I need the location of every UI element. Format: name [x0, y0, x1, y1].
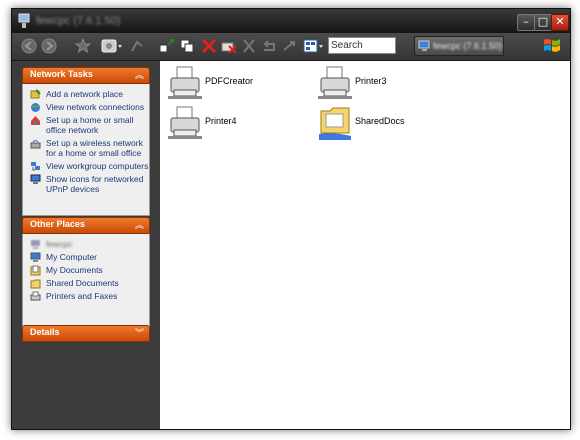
delete-x-icon: [201, 38, 217, 54]
file-item-shareddocs[interactable]: SharedDocs: [314, 105, 454, 145]
folder-icon: [30, 279, 41, 289]
back-arrow-icon: [21, 38, 37, 54]
network-tasks-panel: Network Tasks ︽ Add a network place View…: [22, 67, 150, 216]
printer-icon: [30, 291, 41, 301]
task-pane: Network Tasks ︽ Add a network place View…: [12, 61, 160, 429]
up-folder-button[interactable]: [128, 37, 146, 55]
explorer-window: fewcpc (7.6.1.50) – □ ✕ Search fewcpc (7…: [11, 8, 571, 430]
file-item-pdfcreator[interactable]: PDFCreator: [164, 65, 304, 105]
content-area: PDFCreator Printer3 Printer4 SharedDocs: [160, 61, 570, 429]
forward-button[interactable]: [40, 37, 58, 55]
workgroup-icon: [31, 162, 40, 171]
place-shared-documents[interactable]: Shared Documents: [23, 278, 149, 289]
other-places-title: Other Places: [30, 219, 86, 229]
network-icon: [31, 240, 40, 249]
task-wireless-network[interactable]: Set up a wireless network for a home or …: [23, 138, 149, 158]
copy-icon: [180, 39, 194, 53]
address-bar[interactable]: fewcpc (7.6.1.50): [414, 36, 504, 56]
view-grid-icon: [303, 39, 323, 53]
task-show-upnp[interactable]: Show icons for networked UPnP devices: [23, 174, 149, 194]
details-header[interactable]: Details ︾: [22, 325, 150, 342]
maximize-button[interactable]: □: [534, 14, 552, 31]
up-arrow-icon: [131, 40, 143, 52]
network-globe-icon: [418, 40, 430, 51]
network-tasks-title: Network Tasks: [30, 69, 93, 79]
place-my-documents[interactable]: My Documents: [23, 265, 149, 276]
upnp-icon: [30, 174, 41, 184]
details-title: Details: [30, 327, 60, 337]
other-places-header[interactable]: Other Places ︽: [22, 217, 150, 234]
file-item-printer4[interactable]: Printer4: [164, 105, 304, 145]
favorites-button[interactable]: [74, 37, 92, 55]
home-network-icon: [31, 116, 40, 125]
my-documents-icon: [30, 265, 41, 276]
printer-icon: [168, 66, 202, 99]
printer-icon: [168, 106, 202, 139]
network-connections-icon: [31, 103, 40, 112]
cut-button[interactable]: [240, 37, 258, 55]
task-home-network[interactable]: Set up a home or small office network: [23, 115, 149, 135]
task-view-network-connections[interactable]: View network connections: [23, 102, 149, 112]
move-icon: [159, 39, 174, 53]
place-printers-faxes[interactable]: Printers and Faxes: [23, 291, 149, 301]
task-add-network-place[interactable]: Add a network place: [23, 89, 149, 99]
file-label: Printer4: [205, 116, 237, 126]
copy-to-button[interactable]: [178, 37, 196, 55]
other-places-panel: Other Places ︽ fewcpc My Computer My Doc…: [22, 217, 150, 327]
undo-icon: [263, 40, 275, 51]
address-text: fewcpc (7.6.1.50): [433, 41, 503, 51]
collapse-chevron-icon[interactable]: ︽: [135, 68, 144, 81]
file-label: Printer3: [355, 76, 387, 86]
network-tasks-header[interactable]: Network Tasks ︽: [22, 67, 150, 84]
collapse-chevron-icon[interactable]: ︽: [135, 218, 144, 231]
place-network-computer[interactable]: fewcpc: [23, 239, 149, 249]
place-my-computer[interactable]: My Computer: [23, 252, 149, 262]
delete-button[interactable]: [200, 37, 218, 55]
minimize-button[interactable]: –: [517, 14, 535, 31]
file-label: PDFCreator: [205, 76, 254, 86]
back-button[interactable]: [20, 37, 38, 55]
move-to-button[interactable]: [158, 37, 176, 55]
toolbar: Search fewcpc (7.6.1.50): [12, 33, 570, 61]
views-menu-button[interactable]: [100, 37, 124, 55]
printer-icon: [318, 66, 352, 99]
shared-folder-icon: [319, 107, 351, 140]
add-network-place-icon: [30, 89, 41, 99]
forward-arrow-icon: [41, 38, 57, 54]
title-bar[interactable]: fewcpc (7.6.1.50) – □ ✕: [12, 9, 570, 33]
close-button[interactable]: ✕: [551, 14, 569, 31]
redo-icon: [283, 41, 295, 51]
file-label: SharedDocs: [355, 116, 405, 126]
my-computer-icon: [30, 252, 41, 262]
expand-chevron-icon[interactable]: ︾: [135, 326, 144, 339]
disconnect-icon: [221, 42, 237, 54]
disconnect-drive-button[interactable]: [220, 37, 238, 55]
search-input[interactable]: Search: [328, 37, 396, 54]
window-title: fewcpc (7.6.1.50): [36, 15, 121, 27]
windows-logo-icon: [544, 39, 560, 52]
details-panel: Details ︾: [22, 325, 150, 342]
file-item-printer3[interactable]: Printer3: [314, 65, 454, 105]
options-icon: [101, 39, 122, 53]
wireless-network-icon: [30, 140, 41, 149]
scissors-icon: [243, 39, 255, 53]
network-computer-icon: [18, 13, 30, 28]
undo-button[interactable]: [260, 37, 278, 55]
task-view-workgroup[interactable]: View workgroup computers: [23, 161, 149, 171]
star-icon: [75, 38, 91, 54]
view-mode-button[interactable]: [302, 37, 326, 55]
redo-button[interactable]: [280, 37, 298, 55]
